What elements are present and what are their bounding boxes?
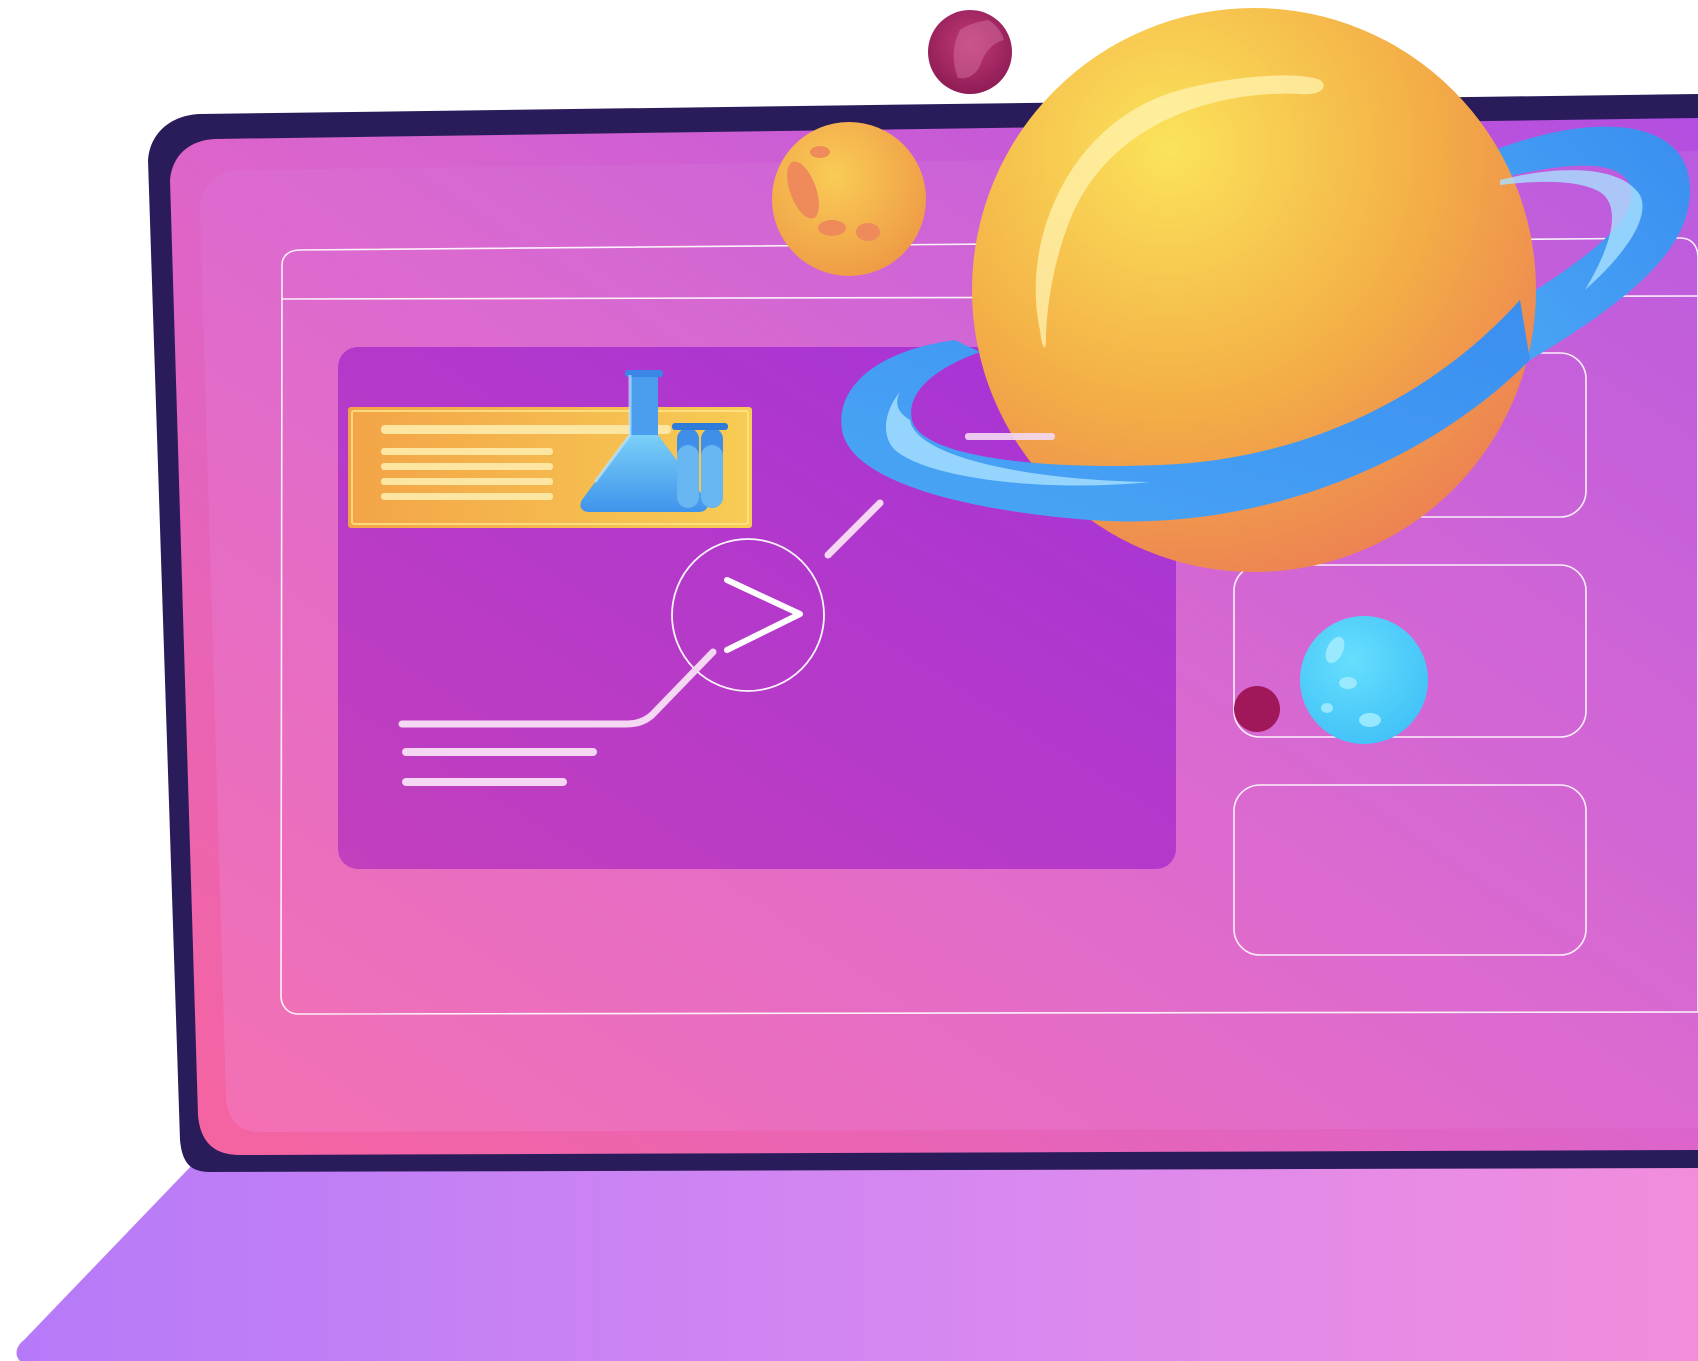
info-card-line [381,478,553,485]
moon-icon [772,122,926,276]
info-card-line [381,448,553,455]
illustration-stage [0,0,1698,1361]
laptop-space-illustration [16,8,1698,1361]
laptop-keyboard-base [16,1160,1698,1361]
info-card-line [381,493,553,500]
small-dot-icon [1234,686,1280,732]
small-planet-icon [928,10,1012,94]
info-card-line [381,425,671,434]
info-card-line [381,463,553,470]
bubble-planet-icon [1300,616,1428,744]
